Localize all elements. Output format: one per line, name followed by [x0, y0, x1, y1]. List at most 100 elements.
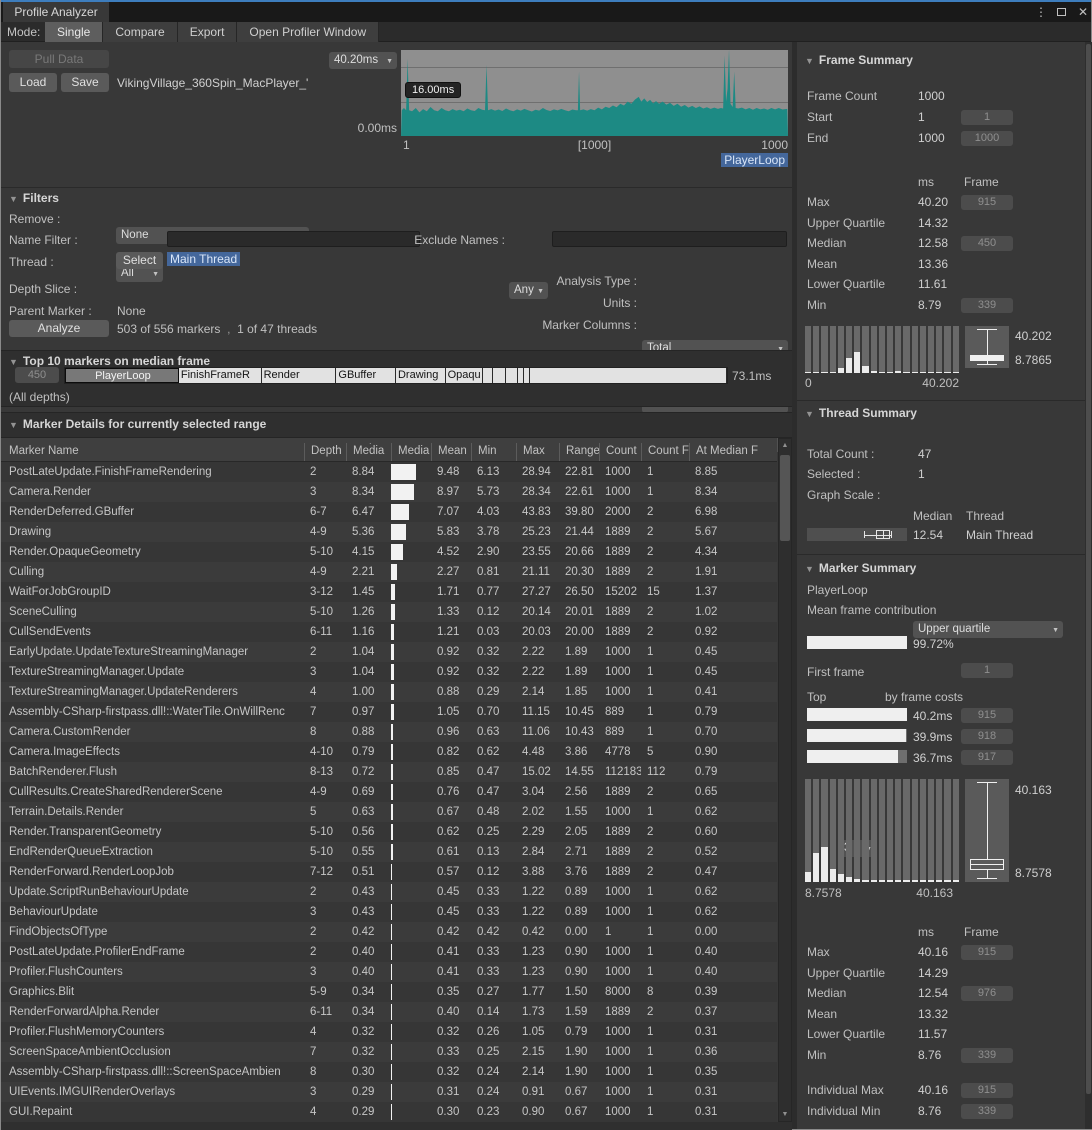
frame-jump-button[interactable]: 915	[961, 708, 1013, 723]
top10-segment[interactable]	[530, 368, 727, 383]
thread-selection-tag[interactable]: Main Thread	[167, 252, 240, 266]
table-row[interactable]: Profiler.FlushMemoryCounters 4 0.32 0.32…	[1, 1022, 777, 1042]
table-row[interactable]: RenderForward.RenderLoopJob 7-12 0.51 0.…	[1, 862, 777, 882]
top10-segment[interactable]	[493, 368, 506, 383]
menu-icon[interactable]: ⋮	[1033, 4, 1049, 20]
top10-segment[interactable]: FinishFrameR	[179, 368, 262, 383]
exclude-names-input[interactable]	[552, 231, 787, 247]
table-row[interactable]: Terrain.Details.Render 5 0.63 0.67 0.48 …	[1, 802, 777, 822]
selected-marker-tag[interactable]: PlayerLoop	[721, 153, 788, 167]
table-row[interactable]: TextureStreamingManager.Update 3 1.04 0.…	[1, 662, 777, 682]
table-row[interactable]: ScreenSpaceAmbientOcclusion 7 0.32 0.33 …	[1, 1042, 777, 1062]
right-pane-scrollbar[interactable]	[1085, 42, 1092, 1129]
table-row[interactable]: RenderForwardAlpha.Render 6-11 0.34 0.40…	[1, 1002, 777, 1022]
graph-scale-dropdown[interactable]: Upper quartile▼	[913, 621, 1063, 638]
top10-segment[interactable]: PlayerLoop	[65, 368, 179, 383]
frame-jump-button[interactable]: 917	[961, 750, 1013, 765]
frame-jump-button[interactable]: 915	[961, 1083, 1013, 1098]
foldout-triangle-icon[interactable]: ▼	[9, 357, 18, 367]
col-depth[interactable]: Depth	[304, 443, 346, 461]
table-row[interactable]: Render.TransparentGeometry 5-10 0.56 0.6…	[1, 822, 777, 842]
maximize-icon[interactable]	[1057, 8, 1066, 16]
table-row[interactable]: RenderDeferred.GBuffer 6-7 6.47 7.07 4.0…	[1, 502, 777, 522]
table-row[interactable]: Profiler.FlushCounters 3 0.40 0.41 0.33 …	[1, 962, 777, 982]
table-row[interactable]: Graphics.Blit 5-9 0.34 0.35 0.27 1.77 1.…	[1, 982, 777, 1002]
foldout-triangle-icon[interactable]: ▼	[805, 564, 814, 574]
analyze-button[interactable]: Analyze	[9, 320, 109, 337]
table-row[interactable]: EarlyUpdate.UpdateTextureStreamingManage…	[1, 642, 777, 662]
table-row[interactable]: BatchRenderer.Flush 8-13 0.72 0.85 0.47 …	[1, 762, 777, 782]
table-row[interactable]: Assembly-CSharp-firstpass.dll!::WaterTil…	[1, 702, 777, 722]
table-row[interactable]: Update.ScriptRunBehaviourUpdate 2 0.43 0…	[1, 882, 777, 902]
mode-button[interactable]: Open Profiler Window	[237, 22, 379, 42]
top10-segment[interactable]: Drawing	[396, 368, 446, 383]
table-scrollbar-thumb[interactable]	[780, 455, 790, 541]
frame-jump-button[interactable]: 976	[961, 986, 1013, 1001]
col-count-frame[interactable]: Count Fra	[641, 443, 689, 461]
top10-segment[interactable]	[506, 368, 518, 383]
frame-jump-button[interactable]: 339	[961, 1104, 1013, 1119]
first-frame-button[interactable]: 1	[961, 663, 1013, 678]
col-count[interactable]: Count	[599, 443, 641, 461]
foldout-triangle-icon[interactable]: ▼	[9, 194, 18, 204]
table-row[interactable]: GUI.Repaint 4 0.29 0.30 0.23 0.90 0.67 1…	[1, 1102, 777, 1122]
table-row[interactable]: PostLateUpdate.FinishFrameRendering 2 8.…	[1, 462, 777, 482]
table-row[interactable]: SceneCulling 5-10 1.26 1.33 0.12 20.14 2…	[1, 602, 777, 622]
frame-histogram[interactable]	[805, 326, 959, 373]
col-max[interactable]: Max	[516, 443, 559, 461]
col-median-bar[interactable]: Media	[391, 443, 431, 461]
col-marker-name[interactable]: Marker Name	[1, 443, 304, 461]
table-row[interactable]: BehaviourUpdate 3 0.43 0.45 0.33 1.22 0.…	[1, 902, 777, 922]
table-row[interactable]: WaitForJobGroupID 3-12 1.45 1.71 0.77 27…	[1, 582, 777, 602]
table-row[interactable]: CullResults.CreateSharedRendererScene 4-…	[1, 782, 777, 802]
frame-jump-button[interactable]: 915	[961, 945, 1013, 960]
save-button[interactable]: Save	[61, 73, 109, 92]
table-row[interactable]: Camera.CustomRender 8 0.88 0.96 0.63 11.…	[1, 722, 777, 742]
frame-jump-button[interactable]: 339	[961, 1048, 1013, 1063]
col-median[interactable]: ▼Media	[346, 443, 391, 461]
scroll-up-icon[interactable]: ▲	[779, 442, 791, 449]
table-row[interactable]: Assembly-CSharp-firstpass.dll!::ScreenSp…	[1, 1062, 777, 1082]
frame-jump-button[interactable]: 450	[961, 236, 1013, 251]
col-min[interactable]: Min	[471, 443, 516, 461]
frame-jump-button[interactable]: 1	[961, 110, 1013, 125]
frame-time-chart[interactable]: 16.00ms	[401, 50, 788, 136]
table-row[interactable]: PostLateUpdate.ProfilerEndFrame 2 0.40 0…	[1, 942, 777, 962]
close-icon[interactable]: ✕	[1075, 4, 1091, 20]
table-row[interactable]: FindObjectsOfType 2 0.42 0.42 0.42 0.42 …	[1, 922, 777, 942]
thread-select-button[interactable]: Select	[116, 252, 163, 269]
table-row[interactable]: EndRenderQueueExtraction 5-10 0.55 0.61 …	[1, 842, 777, 862]
col-range[interactable]: Range	[559, 443, 599, 461]
chart-range-dropdown[interactable]: 40.20ms▼	[329, 52, 397, 69]
top10-segment[interactable]	[518, 368, 525, 383]
col-mean[interactable]: Mean	[431, 443, 471, 461]
mode-button[interactable]: Single	[45, 22, 103, 42]
top10-frame-button[interactable]: 450	[15, 367, 59, 383]
mode-button[interactable]: Compare	[103, 22, 177, 42]
tab-profile-analyzer[interactable]: Profile Analyzer	[3, 2, 109, 22]
frame-jump-button[interactable]: 1000	[961, 131, 1013, 146]
table-row[interactable]: Drawing 4-9 5.36 5.83 3.78 25.23 21.44 1…	[1, 522, 777, 542]
foldout-triangle-icon[interactable]: ▼	[9, 420, 18, 430]
pull-data-button[interactable]: Pull Data	[9, 50, 109, 68]
frame-jump-button[interactable]: 915	[961, 195, 1013, 210]
table-row[interactable]: Camera.Render 3 8.34 8.97 5.73 28.34 22.…	[1, 482, 777, 502]
table-row[interactable]: Render.OpaqueGeometry 5-10 4.15 4.52 2.9…	[1, 542, 777, 562]
foldout-triangle-icon[interactable]: ▼	[805, 56, 814, 66]
foldout-triangle-icon[interactable]: ▼	[805, 409, 814, 419]
top10-segment[interactable]	[483, 368, 493, 383]
name-filter-input[interactable]	[167, 231, 420, 247]
frame-jump-button[interactable]: 339	[961, 298, 1013, 313]
marker-histogram[interactable]	[805, 779, 959, 882]
table-scrollbar[interactable]: ▲ ▼	[778, 438, 792, 1122]
table-row[interactable]: TextureStreamingManager.UpdateRenderers …	[1, 682, 777, 702]
col-at-median[interactable]: At Median F	[689, 443, 775, 461]
top10-marker-bar[interactable]: PlayerLoopFinishFrameRRenderGBufferDrawi…	[64, 367, 728, 384]
table-row[interactable]: Camera.ImageEffects 4-10 0.79 0.82 0.62 …	[1, 742, 777, 762]
table-row[interactable]: Culling 4-9 2.21 2.27 0.81 21.11 20.30 1…	[1, 562, 777, 582]
right-pane-scrollbar-thumb[interactable]	[1086, 44, 1091, 1094]
load-button[interactable]: Load	[9, 73, 57, 92]
table-row[interactable]: UIEvents.IMGUIRenderOverlays 3 0.29 0.31…	[1, 1082, 777, 1102]
mode-button[interactable]: Export	[178, 22, 238, 42]
top10-segment[interactable]: Render	[262, 368, 337, 383]
